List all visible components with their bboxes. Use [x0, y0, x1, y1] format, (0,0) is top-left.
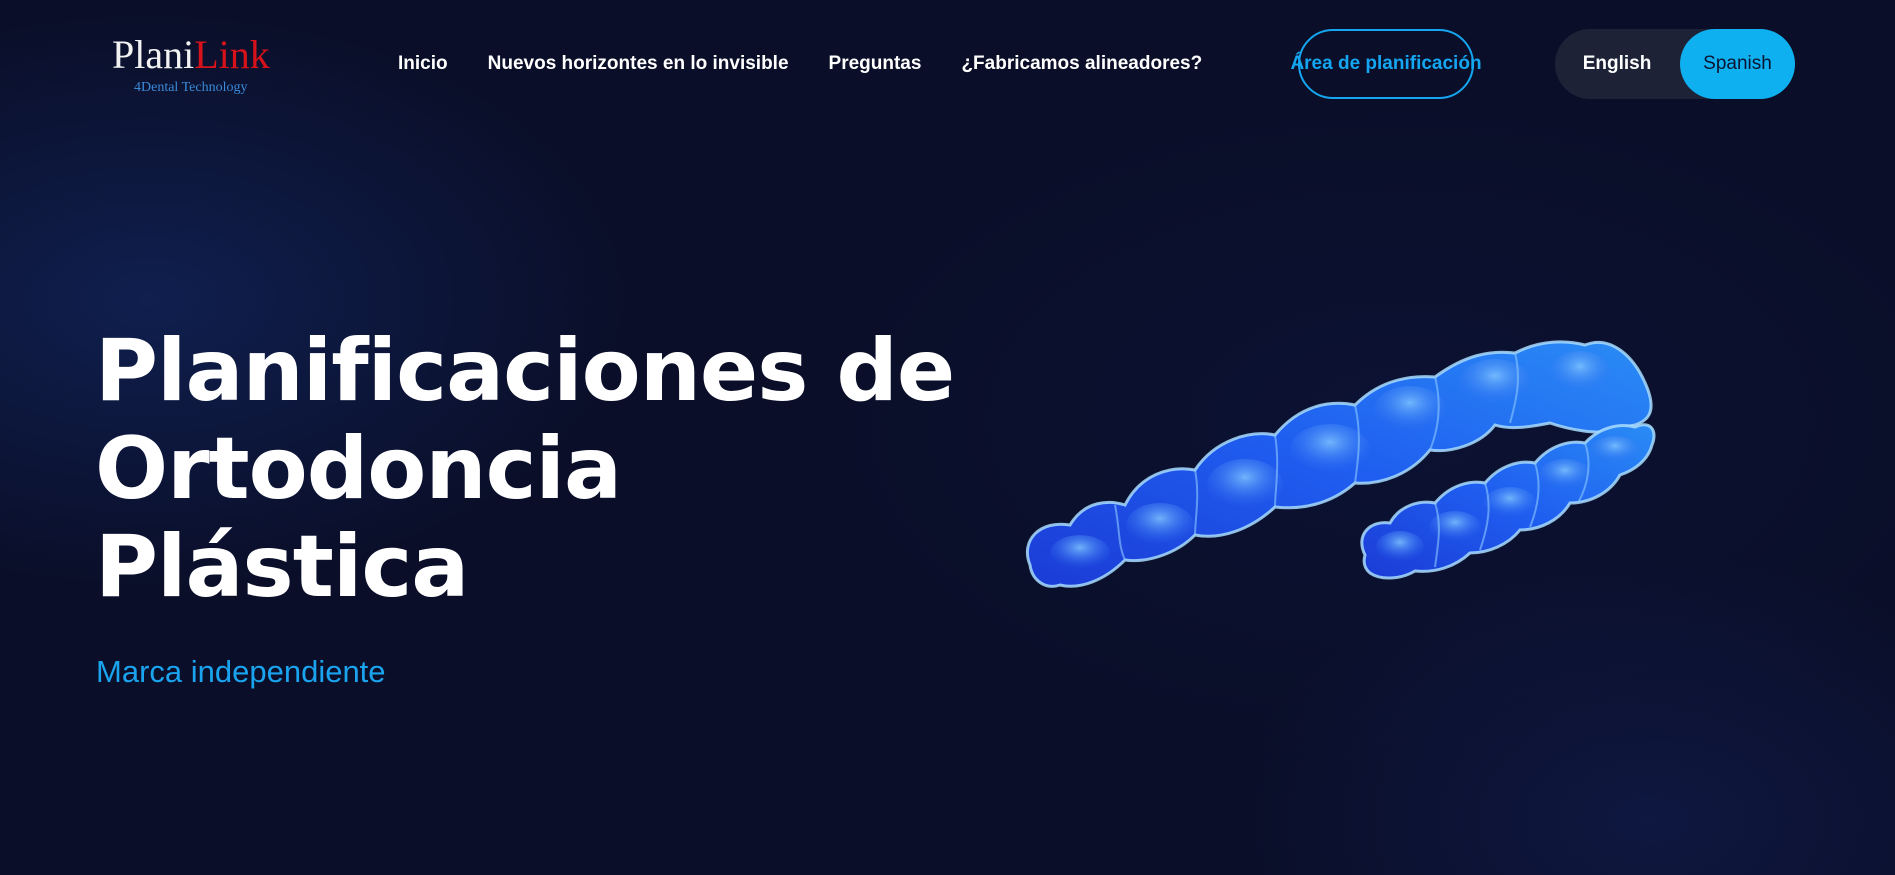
language-option-spanish[interactable]: Spanish: [1680, 29, 1795, 99]
logo-tagline: 4Dental Technology: [134, 80, 248, 95]
language-option-english[interactable]: English: [1555, 29, 1679, 99]
hero-title-line-3: Plástica: [95, 517, 469, 617]
logo-wordmark: PlaniLink: [112, 32, 270, 78]
nav-link-preguntas[interactable]: Preguntas: [829, 50, 922, 78]
hero-title-line-2: Ortodoncia: [95, 419, 622, 519]
site-header: PlaniLink 4Dental Technology Inicio Nuev…: [0, 0, 1895, 128]
hero-title: Planificaciones de Ortodoncia Plástica: [95, 321, 955, 617]
logo-word-plani: Plani: [112, 32, 195, 77]
nav-link-fabricamos-alineadores[interactable]: ¿Fabricamos alineadores?: [961, 50, 1202, 78]
logo-word-link: Link: [194, 32, 270, 77]
hero-title-line-1: Planificaciones de: [95, 321, 955, 421]
main-nav: Inicio Nuevos horizontes en lo invisible…: [398, 50, 1202, 78]
hero-subtitle: Marca independiente: [96, 654, 386, 689]
planning-area-button[interactable]: Área de planificación: [1290, 29, 1482, 99]
language-toggle: English Spanish: [1555, 29, 1795, 99]
planilink-logo[interactable]: PlaniLink 4Dental Technology: [110, 30, 280, 100]
nav-link-inicio[interactable]: Inicio: [398, 50, 448, 78]
nav-link-nuevos-horizontes[interactable]: Nuevos horizontes en lo invisible: [488, 50, 789, 78]
clear-aligner-image: [1025, 340, 1656, 588]
